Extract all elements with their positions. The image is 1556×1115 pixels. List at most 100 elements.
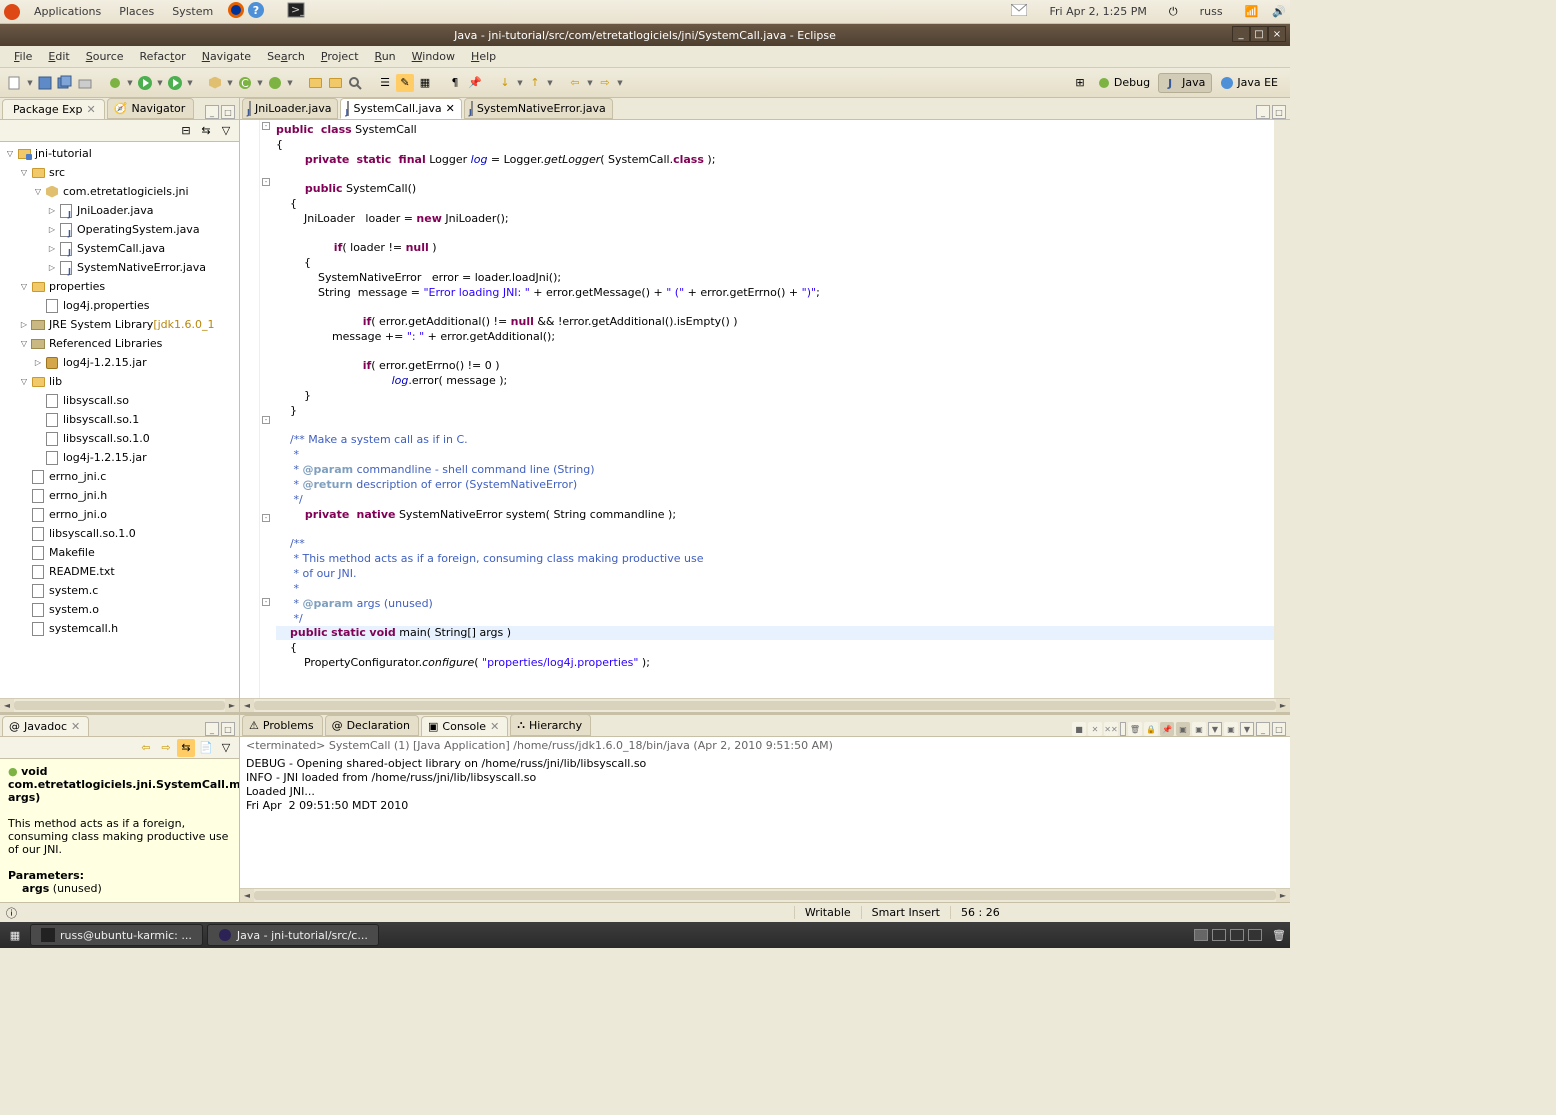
new-project-dropdown[interactable]: ▼ — [286, 74, 294, 92]
tree-item[interactable]: ▷OperatingSystem.java — [0, 220, 239, 239]
tree-item[interactable]: errno_jni.o — [0, 505, 239, 524]
scroll-right-icon[interactable]: ► — [1276, 889, 1290, 902]
maximize-view-icon[interactable]: □ — [1272, 722, 1286, 736]
mail-icon[interactable] — [1011, 4, 1027, 19]
tree-item[interactable]: Makefile — [0, 543, 239, 562]
menu-project[interactable]: Project — [313, 48, 367, 65]
annotation-icon[interactable]: ✎ — [396, 74, 414, 92]
expand-right-icon[interactable]: ▷ — [46, 262, 58, 274]
close-icon[interactable]: ✕ — [87, 103, 96, 116]
expand-down-icon[interactable]: ▽ — [4, 148, 16, 160]
minimize-view-icon[interactable]: _ — [205, 722, 219, 736]
editor-scrollbar-v[interactable] — [1274, 120, 1290, 698]
perspective-debug[interactable]: Debug — [1091, 74, 1156, 92]
fold-marker-icon[interactable]: - — [262, 416, 270, 424]
tab-hierarchy[interactable]: ⛬ Hierarchy — [510, 714, 591, 736]
close-button[interactable]: × — [1268, 26, 1286, 42]
tree-item[interactable]: ▽src — [0, 163, 239, 182]
new-package-dropdown[interactable]: ▼ — [226, 74, 234, 92]
close-icon[interactable]: ✕ — [446, 102, 455, 115]
firefox-icon[interactable] — [227, 1, 245, 22]
forward-icon[interactable]: ⇨ — [157, 739, 175, 757]
fold-marker-icon[interactable]: - — [262, 122, 270, 130]
menu-refactor[interactable]: Refactor — [132, 48, 194, 65]
scroll-left-icon[interactable]: ◄ — [0, 699, 14, 712]
tree-item[interactable]: libsyscall.so — [0, 391, 239, 410]
expand-right-icon[interactable]: ▷ — [46, 205, 58, 217]
debug-dropdown[interactable]: ▼ — [126, 74, 134, 92]
scroll-left-icon[interactable]: ◄ — [240, 699, 254, 712]
view-menu-icon[interactable]: ▽ — [217, 122, 235, 140]
minimize-view-icon[interactable]: _ — [205, 105, 219, 119]
tree-item[interactable]: log4j.properties — [0, 296, 239, 315]
run-icon[interactable] — [136, 74, 154, 92]
next-annotation-icon[interactable]: ↓ — [496, 74, 514, 92]
tree-item[interactable]: ▽properties — [0, 277, 239, 296]
clear-console-icon[interactable]: 🗑 — [1128, 722, 1142, 736]
menu-source[interactable]: Source — [78, 48, 132, 65]
search-icon[interactable] — [346, 74, 364, 92]
tree-item[interactable]: system.o — [0, 600, 239, 619]
editor-scrollbar-h[interactable]: ◄ ► — [240, 698, 1290, 712]
maximize-button[interactable]: □ — [1250, 26, 1268, 42]
taskbar-eclipse[interactable]: Java - jni-tutorial/src/c... — [207, 924, 379, 946]
remove-launch-icon[interactable]: ✕ — [1088, 722, 1102, 736]
tab-console[interactable]: ▣ Console ✕ — [421, 716, 508, 736]
code-editor[interactable]: - - - - - public class SystemCall { priv… — [240, 120, 1290, 698]
expand-right-icon[interactable]: ▷ — [32, 357, 44, 369]
display-selected-icon[interactable]: ▣ — [1176, 722, 1190, 736]
forward-dropdown[interactable]: ▼ — [616, 74, 624, 92]
close-icon[interactable]: ✕ — [71, 720, 80, 733]
workspace-1[interactable] — [1194, 929, 1208, 941]
new-package-icon[interactable] — [206, 74, 224, 92]
expand-down-icon[interactable]: ▽ — [32, 186, 44, 198]
pin-editor-icon[interactable]: 📌 — [466, 74, 484, 92]
save-icon[interactable] — [36, 74, 54, 92]
menu-edit[interactable]: Edit — [40, 48, 77, 65]
show-console-icon[interactable]: ▣ — [1192, 722, 1206, 736]
tab-package-explorer[interactable]: Package Exp ✕ — [2, 99, 105, 119]
help-icon[interactable]: ? — [247, 1, 265, 22]
scroll-right-icon[interactable]: ► — [225, 699, 239, 712]
workspace-2[interactable] — [1212, 929, 1226, 941]
editor-tab-systemnativeerror[interactable]: SystemNativeError.java — [464, 98, 613, 119]
show-desktop-icon[interactable]: ▦ — [4, 929, 26, 942]
run-last-icon[interactable] — [166, 74, 184, 92]
menu-navigate[interactable]: Navigate — [194, 48, 259, 65]
open-type-icon[interactable] — [306, 74, 324, 92]
fold-marker-icon[interactable]: - — [262, 598, 270, 606]
ubuntu-logo-icon[interactable] — [4, 4, 20, 20]
package-explorer-tree[interactable]: ▽jni-tutorial▽src▽com.etretatlogiciels.j… — [0, 142, 239, 698]
editor-tab-jniloader[interactable]: JniLoader.java — [242, 98, 338, 119]
tree-item[interactable]: ▽lib — [0, 372, 239, 391]
tree-item[interactable]: ▷JniLoader.java — [0, 201, 239, 220]
volume-icon[interactable]: 🔊 — [1272, 5, 1286, 18]
new-class-dropdown[interactable]: ▼ — [256, 74, 264, 92]
perspective-javaee[interactable]: Java EE — [1214, 74, 1284, 92]
prev-annotation-dropdown[interactable]: ▼ — [546, 74, 554, 92]
expand-down-icon[interactable]: ▽ — [18, 167, 30, 179]
open-perspective-icon[interactable]: ⊞ — [1071, 74, 1089, 92]
clock[interactable]: Fri Apr 2, 1:25 PM — [1041, 3, 1154, 20]
menu-window[interactable]: Window — [404, 48, 463, 65]
tab-javadoc[interactable]: @ Javadoc ✕ — [2, 716, 89, 736]
tree-item[interactable]: ▷SystemNativeError.java — [0, 258, 239, 277]
toggle-breadcrumb-icon[interactable]: ☰ — [376, 74, 394, 92]
new-dropdown[interactable]: ▼ — [26, 74, 34, 92]
tab-problems[interactable]: ⚠ Problems — [242, 715, 323, 736]
console-output[interactable]: DEBUG - Opening shared-object library on… — [240, 754, 1290, 888]
editor-tab-systemcall[interactable]: SystemCall.java ✕ — [340, 98, 461, 119]
scroll-lock-icon[interactable]: 🔒 — [1144, 722, 1158, 736]
tree-item[interactable]: errno_jni.c — [0, 467, 239, 486]
tree-item[interactable]: log4j-1.2.15.jar — [0, 448, 239, 467]
open-console-icon[interactable]: ▣ — [1224, 722, 1238, 736]
show-whitespace-icon[interactable]: ¶ — [446, 74, 464, 92]
pin-console-icon[interactable]: 📌 — [1160, 722, 1174, 736]
fold-gutter[interactable]: - - - - - — [260, 120, 272, 698]
system-menu[interactable]: System — [164, 3, 221, 20]
minimize-view-icon[interactable]: _ — [1256, 722, 1270, 736]
tree-item[interactable]: ▷JRE System Library [jdk1.6.0_1 — [0, 315, 239, 334]
debug-icon[interactable] — [106, 74, 124, 92]
tree-item[interactable]: ▷SystemCall.java — [0, 239, 239, 258]
show-console-dropdown[interactable]: ▼ — [1208, 722, 1222, 736]
